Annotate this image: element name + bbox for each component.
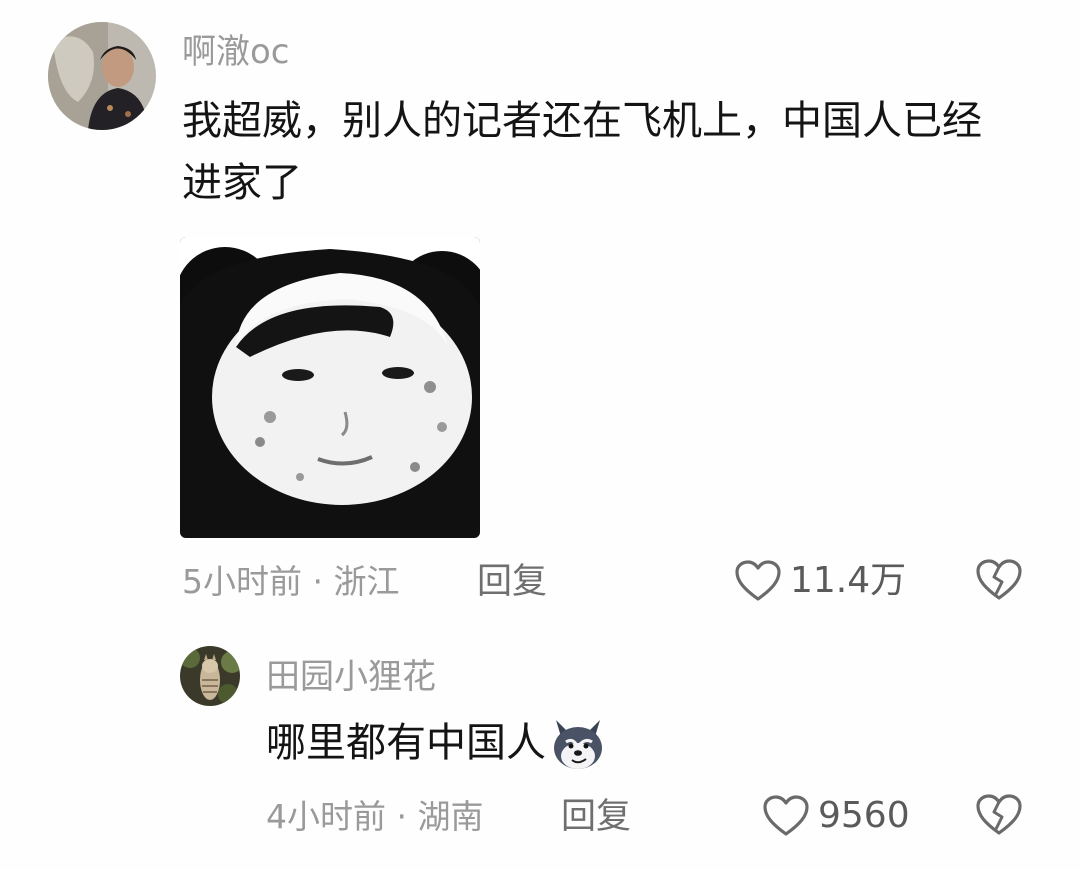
like-count: 11.4万	[790, 560, 907, 601]
reply-button[interactable]: 回复	[477, 562, 547, 602]
location: 湖南	[417, 797, 484, 836]
avatar[interactable]	[48, 22, 156, 130]
comment-text: 我超威，别人的记者还在飞机上，中国人已经进家了	[182, 98, 982, 206]
meta-separator: ·	[302, 562, 334, 601]
timestamp: 5小时前	[182, 562, 302, 601]
username[interactable]: 田园小狸花	[266, 657, 436, 697]
timestamp: 4小时前	[266, 797, 386, 836]
meme-face-sticker[interactable]	[180, 237, 480, 538]
reply-button[interactable]: 回复	[561, 797, 631, 837]
reply-text-row: 哪里都有中国人	[266, 712, 608, 774]
comment-meta: 5小时前 · 浙江	[182, 562, 399, 602]
location: 浙江	[333, 562, 400, 601]
husky-dog-emoji-icon	[548, 714, 608, 772]
like-button[interactable]: 9560	[762, 793, 910, 839]
comment-text: 哪里都有中国人	[266, 720, 546, 766]
reply-item: 田园小狸花 哪里都有中国人 4小时前 · 湖南 回复 9560	[0, 630, 1080, 869]
comment-item: 啊澈oc 我超威，别人的记者还在飞机上，中国人已经进家了 5小时前 · 浙江 回…	[0, 0, 1080, 620]
heart-icon	[734, 559, 782, 603]
dislike-broken-heart-icon[interactable]	[974, 558, 1024, 602]
heart-icon	[762, 794, 810, 838]
like-button[interactable]: 11.4万	[734, 558, 906, 604]
username[interactable]: 啊澈oc	[182, 32, 290, 72]
like-count: 9560	[818, 795, 910, 836]
avatar[interactable]	[180, 646, 240, 706]
comment-meta: 4小时前 · 湖南	[266, 797, 483, 837]
dislike-broken-heart-icon[interactable]	[974, 793, 1024, 837]
meta-separator: ·	[386, 797, 418, 836]
